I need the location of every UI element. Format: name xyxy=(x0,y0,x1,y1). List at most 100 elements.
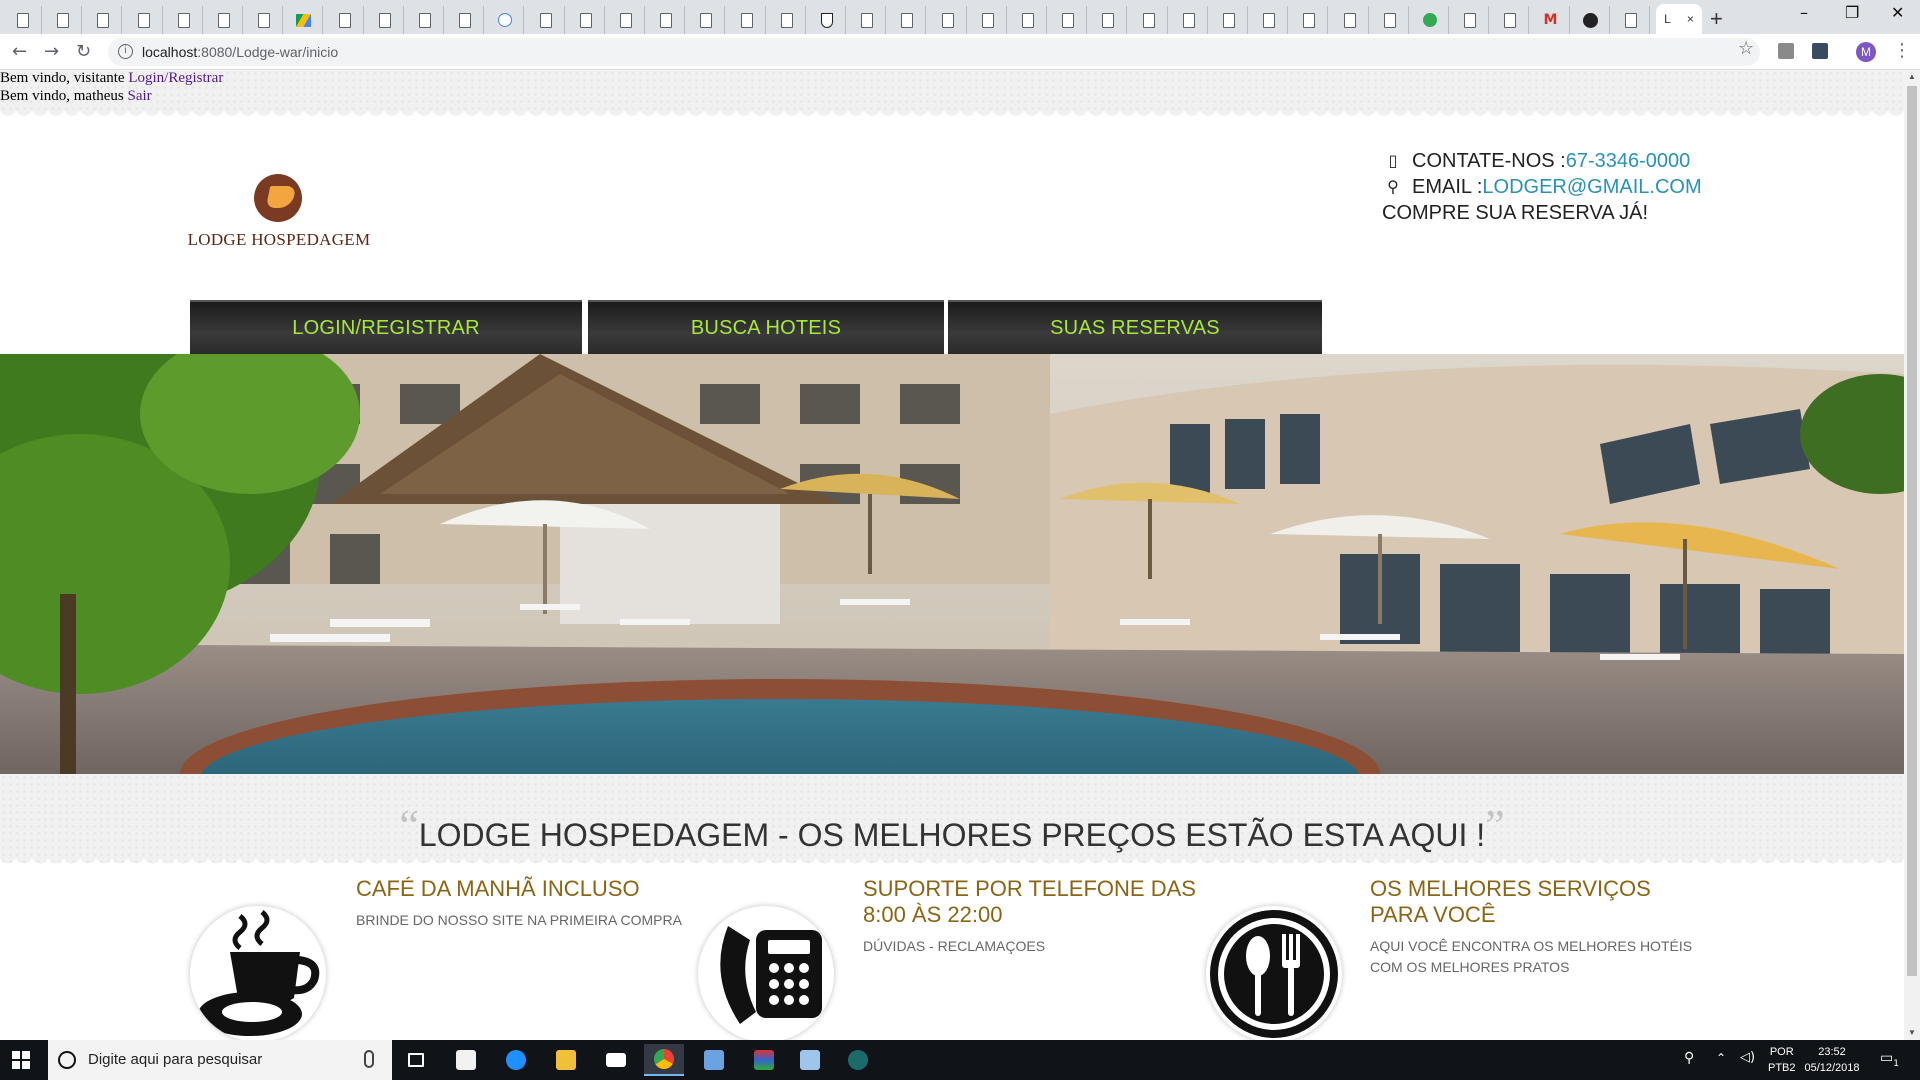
file-explorer-icon[interactable] xyxy=(546,1044,586,1076)
profile-avatar[interactable]: M xyxy=(1856,42,1876,62)
logout-link[interactable]: Sair xyxy=(128,88,152,104)
store-icon[interactable] xyxy=(446,1044,486,1076)
minimize-window-button[interactable]: – xyxy=(1800,3,1808,22)
pinned-tab[interactable] xyxy=(969,6,1007,34)
pinned-tab[interactable] xyxy=(1089,6,1127,34)
page-favicon-icon xyxy=(1101,12,1114,28)
active-tab[interactable]: L × xyxy=(1656,4,1702,34)
pinned-tab[interactable] xyxy=(125,6,163,34)
pinned-tab[interactable]: M xyxy=(1532,6,1570,34)
pinned-tab[interactable] xyxy=(446,6,484,34)
bookmark-star-icon[interactable]: ☆ xyxy=(1738,38,1754,59)
pinned-tab[interactable] xyxy=(1331,6,1369,34)
people-icon[interactable]: ⚲ xyxy=(1684,1050,1694,1066)
pinned-tab[interactable] xyxy=(486,6,524,34)
scroll-down-icon[interactable]: ▼ xyxy=(1908,1028,1916,1037)
scrollbar-thumb[interactable] xyxy=(1907,86,1917,976)
task-view-icon[interactable] xyxy=(396,1044,436,1076)
pinned-tab[interactable] xyxy=(1411,6,1449,34)
pinned-tab[interactable] xyxy=(44,6,82,34)
pinned-tab[interactable] xyxy=(4,6,42,34)
keyboard-layout: PTB2 xyxy=(1768,1062,1796,1074)
nav-your-reservations[interactable]: SUAS RESERVAS xyxy=(948,300,1322,354)
restore-window-button[interactable]: ❐ xyxy=(1845,3,1859,22)
address-bar[interactable]: i localhost:8080/Lodge-war/inicio xyxy=(108,38,1760,66)
pinned-tab[interactable] xyxy=(245,6,283,34)
pinned-tab[interactable] xyxy=(728,6,766,34)
contact-email-value[interactable]: LODGER@GMAIL.COM xyxy=(1482,174,1701,200)
welcome-band xyxy=(0,70,1904,120)
pinned-tab[interactable] xyxy=(848,6,886,34)
pinned-tab[interactable] xyxy=(888,6,926,34)
site-logo[interactable]: LODGE HOSPEDAGEM xyxy=(186,174,372,254)
contact-email-label: EMAIL : xyxy=(1412,176,1483,198)
back-arrow-icon[interactable]: ← xyxy=(12,41,27,62)
browser-tab-strip: M L × + – ❐ ✕ xyxy=(0,0,1920,34)
mail-icon[interactable] xyxy=(596,1044,636,1076)
url-text[interactable]: localhost:8080/Lodge-war/inicio xyxy=(142,44,338,60)
clock[interactable]: 23:52 05/12/2018 xyxy=(1800,1044,1864,1076)
pinned-tab[interactable] xyxy=(1612,6,1650,34)
pinned-tab[interactable] xyxy=(567,6,605,34)
pinned-tab[interactable] xyxy=(527,6,565,34)
pinned-tab[interactable] xyxy=(406,6,444,34)
windows-start-icon[interactable] xyxy=(12,1051,30,1069)
pinned-tab[interactable] xyxy=(607,6,645,34)
pinned-tab[interactable] xyxy=(929,6,967,34)
chrome-icon[interactable] xyxy=(644,1044,684,1076)
pinned-tab[interactable] xyxy=(768,6,806,34)
pinned-tab[interactable] xyxy=(687,6,725,34)
pinned-tab[interactable] xyxy=(1250,6,1288,34)
pinned-tab[interactable] xyxy=(205,6,243,34)
url-path: :8080/Lodge-war/inicio xyxy=(197,44,339,60)
pinned-tab[interactable] xyxy=(1491,6,1529,34)
app-icon[interactable] xyxy=(838,1044,878,1076)
pinned-tab[interactable] xyxy=(165,6,203,34)
site-info-icon[interactable]: i xyxy=(118,44,133,59)
pinned-tab[interactable] xyxy=(285,6,323,34)
contact-phone-value[interactable]: 67-3346-0000 xyxy=(1566,148,1691,174)
scroll-up-icon[interactable]: ▲ xyxy=(1908,72,1916,81)
page-favicon-icon xyxy=(1262,12,1275,28)
language-indicator[interactable]: POR PTB2 xyxy=(1768,1044,1796,1076)
taskbar-search-box[interactable]: Digite aqui para pesquisar xyxy=(48,1040,392,1080)
extension-icon[interactable] xyxy=(1778,43,1794,59)
pinned-tab[interactable] xyxy=(1572,6,1610,34)
microphone-icon[interactable] xyxy=(364,1050,374,1068)
forward-arrow-icon[interactable]: → xyxy=(44,41,59,62)
virtualbox-icon[interactable] xyxy=(694,1044,734,1076)
volume-icon[interactable]: ◁) xyxy=(1740,1050,1755,1066)
new-tab-button[interactable]: + xyxy=(1710,6,1723,32)
page-favicon-icon xyxy=(16,12,29,28)
pinned-tab[interactable] xyxy=(1009,6,1047,34)
extension-icon[interactable] xyxy=(1812,43,1828,59)
close-window-button[interactable]: ✕ xyxy=(1891,3,1904,22)
pinned-tab[interactable] xyxy=(1170,6,1208,34)
nav-login-register[interactable]: LOGIN/REGISTRAR xyxy=(190,300,582,354)
vertical-scrollbar[interactable]: ▲ ▼ xyxy=(1904,70,1920,1040)
pinned-tab[interactable] xyxy=(326,6,364,34)
pinned-tab[interactable] xyxy=(1049,6,1087,34)
edge-browser-icon[interactable] xyxy=(496,1044,536,1076)
close-tab-icon[interactable]: × xyxy=(1687,12,1694,26)
active-tab-title: L xyxy=(1664,12,1671,26)
photos-icon[interactable] xyxy=(790,1044,830,1076)
pinned-tab[interactable] xyxy=(1451,6,1489,34)
pinned-tab[interactable] xyxy=(1130,6,1168,34)
browser-menu-icon[interactable]: ⋮ xyxy=(1893,40,1911,61)
wave-divider xyxy=(0,858,1904,868)
pinned-tab[interactable] xyxy=(1210,6,1248,34)
pinned-tab[interactable] xyxy=(647,6,685,34)
page-favicon-icon xyxy=(1222,12,1235,28)
pinned-tab[interactable] xyxy=(84,6,122,34)
pinned-tab[interactable] xyxy=(1290,6,1328,34)
reload-icon[interactable]: ↻ xyxy=(76,41,91,62)
login-register-link[interactable]: Login/Registrar xyxy=(128,70,223,86)
pinned-tab[interactable] xyxy=(366,6,404,34)
pinned-tab[interactable] xyxy=(808,6,846,34)
tray-chevron-icon[interactable]: ⌃ xyxy=(1716,1050,1726,1066)
app-icon[interactable] xyxy=(744,1044,784,1076)
notification-center-icon[interactable]: ▭1 xyxy=(1880,1050,1899,1072)
nav-search-hotels[interactable]: BUSCA HOTEIS xyxy=(588,300,944,354)
pinned-tab[interactable] xyxy=(1371,6,1409,34)
